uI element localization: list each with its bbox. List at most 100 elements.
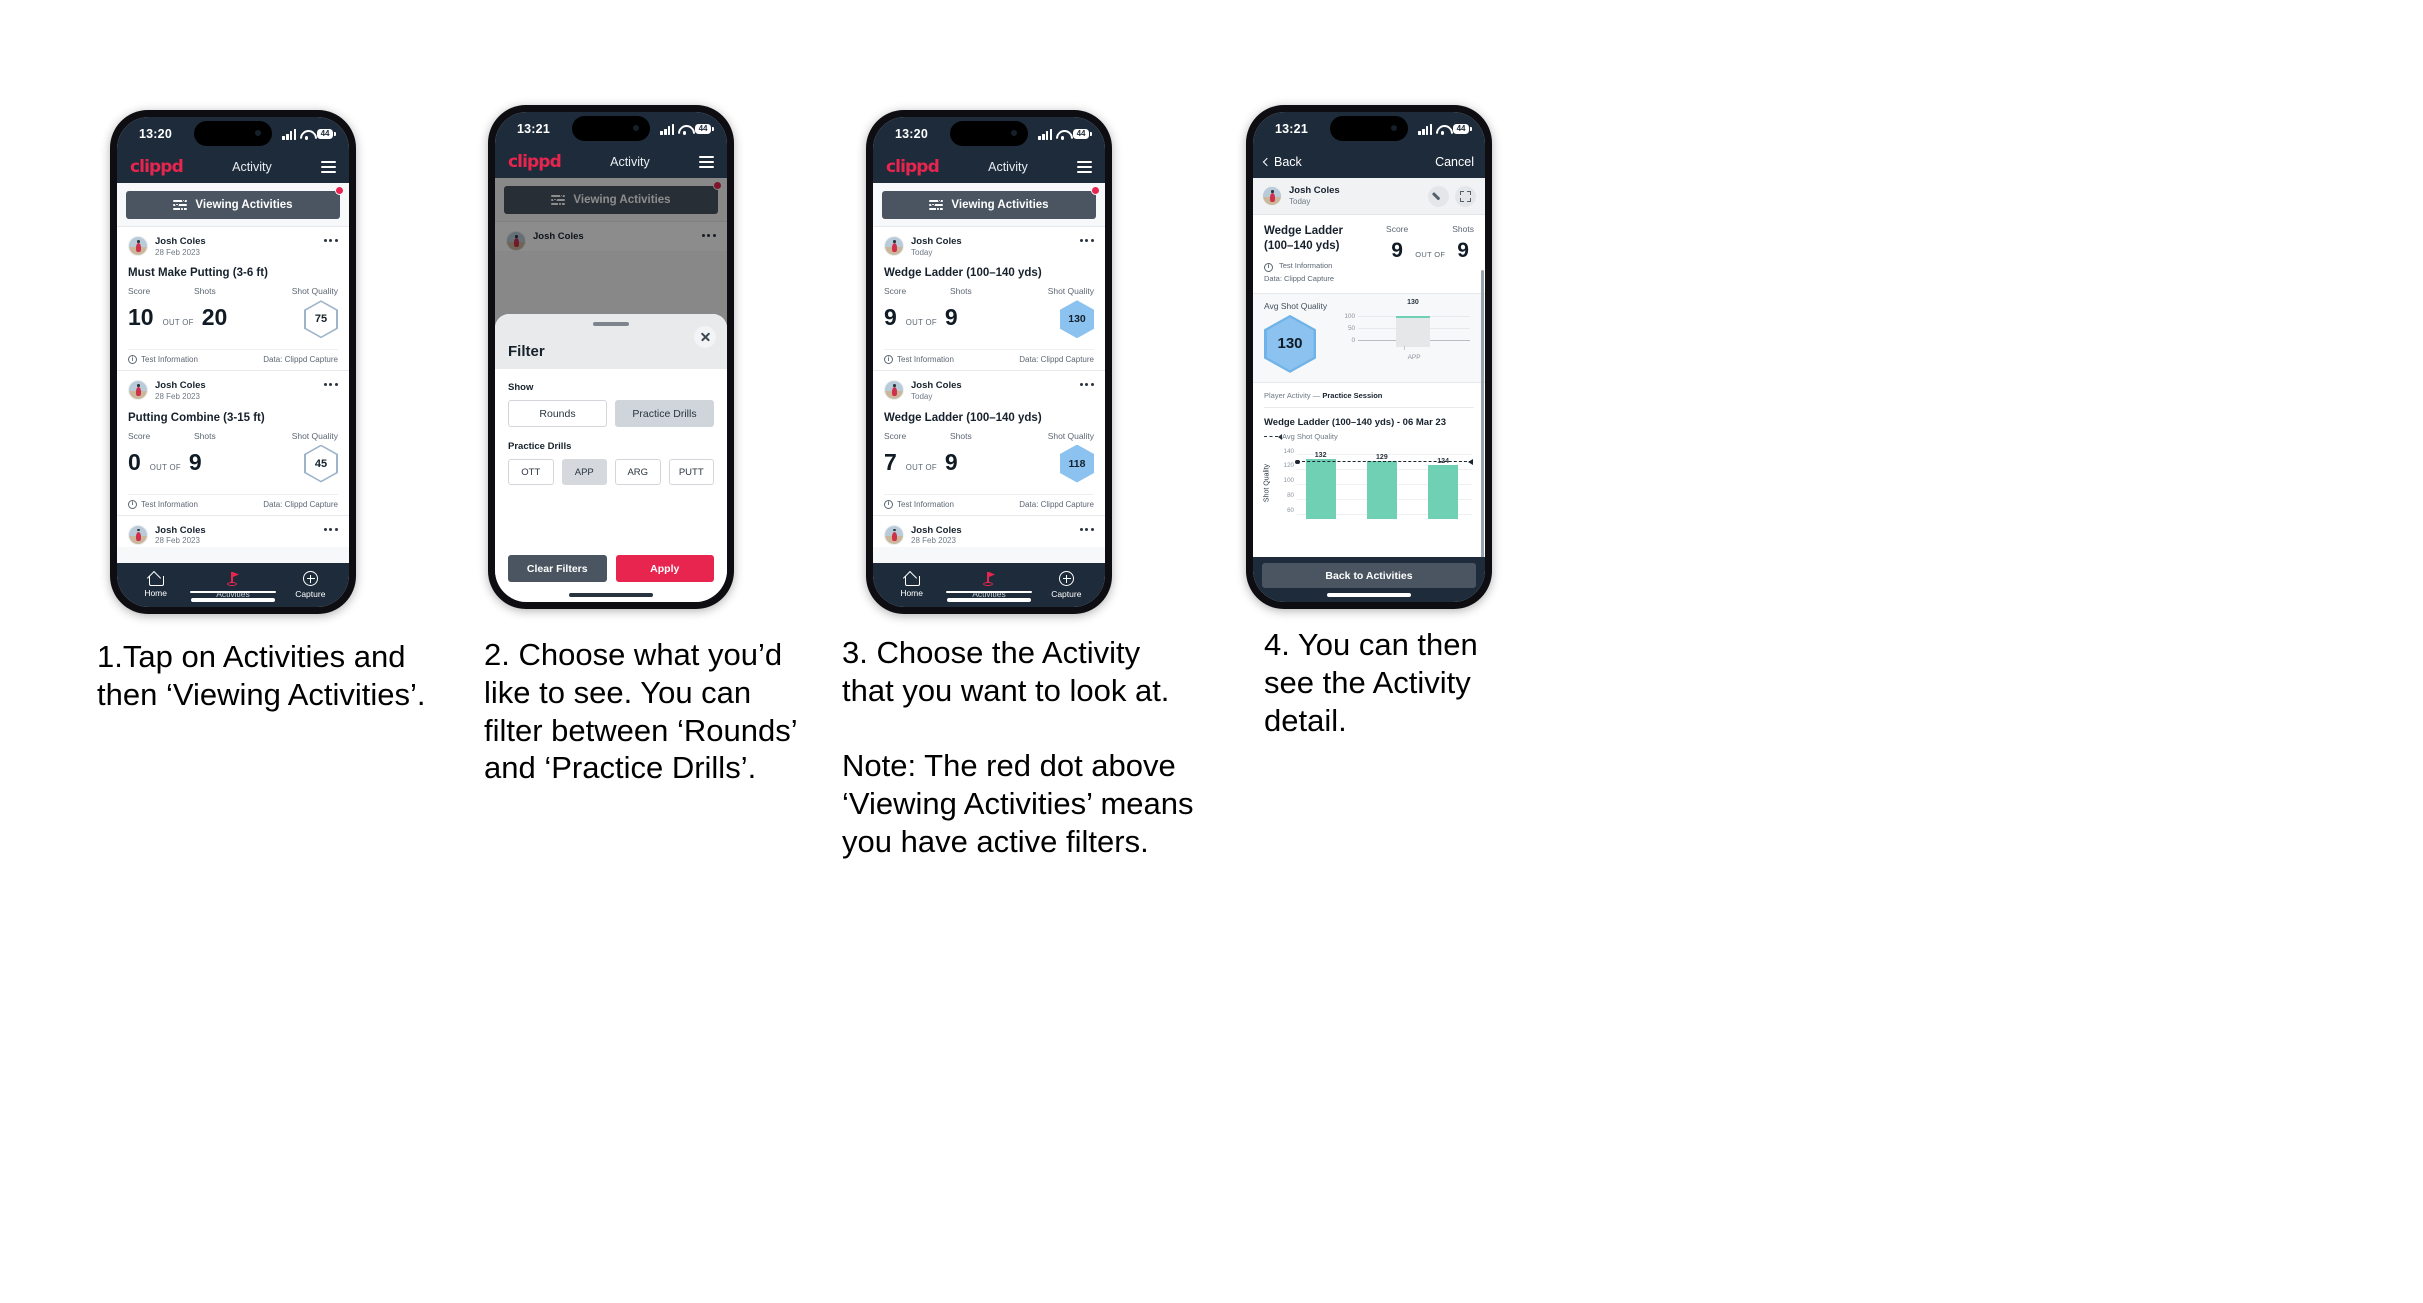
drill-chip-app[interactable]: APP — [561, 459, 607, 485]
home-indicator[interactable] — [1327, 593, 1411, 597]
back-to-activities-button[interactable]: Back to Activities — [1262, 563, 1476, 588]
activity-card[interactable]: Josh Coles Today Wedge Ladder (100–140 y… — [873, 226, 1105, 371]
tab-activities[interactable]: Activities — [958, 571, 1020, 599]
ytick-100: 100 — [1283, 476, 1294, 484]
card-title: Putting Combine (3-15 ft) — [128, 411, 265, 424]
shots-value: 9 — [944, 304, 958, 331]
card-more-options-icon[interactable] — [1079, 236, 1094, 242]
status-time: 13:20 — [139, 127, 172, 141]
expand-icon — [1460, 190, 1471, 202]
card-more-options-icon[interactable] — [323, 525, 338, 531]
status-bar: 13:21 44 — [495, 112, 727, 146]
data-source-label: Data: Clippd Capture — [263, 355, 338, 365]
back-button[interactable]: Back — [1262, 155, 1302, 169]
tab-home[interactable]: Home — [881, 572, 943, 598]
apply-button[interactable]: Apply — [615, 555, 714, 582]
close-icon[interactable] — [694, 326, 716, 348]
phone-1-screen: 13:20 44 clippd Activity Viewing Activit… — [117, 117, 349, 607]
clear-filters-button[interactable]: Clear Filters — [508, 555, 607, 582]
avatar — [884, 524, 904, 545]
card-title: Wedge Ladder (100–140 yds) — [884, 267, 1042, 280]
card-more-options-icon[interactable] — [1079, 380, 1094, 387]
drill-chip-ott[interactable]: OTT — [508, 459, 554, 485]
tab-capture-label: Capture — [1051, 589, 1082, 599]
home-indicator[interactable] — [569, 593, 653, 597]
show-options-group: Rounds Practice Drills — [508, 400, 714, 427]
info-icon: i — [128, 499, 137, 509]
fullscreen-button[interactable] — [1455, 185, 1476, 207]
shot-quality-value: 75 — [305, 302, 337, 337]
tab-capture[interactable]: Capture — [1035, 571, 1097, 599]
ytick-80: 80 — [1287, 491, 1294, 499]
battery-level: 44 — [317, 129, 333, 139]
bar-1-value: 132 — [1314, 451, 1327, 459]
option-rounds[interactable]: Rounds — [508, 400, 607, 427]
option-practice-drills[interactable]: Practice Drills — [615, 400, 714, 427]
pencil-icon — [1433, 191, 1444, 202]
app-header: clippd Activity — [117, 151, 349, 183]
activity-card[interactable]: Josh Coles 28 Feb 2023 — [117, 514, 349, 547]
avg-shot-quality-label: Avg Shot Quality — [1264, 300, 1328, 311]
cellular-signal-icon — [282, 128, 297, 140]
data-source-label: Data: Clippd Capture — [1019, 499, 1094, 509]
card-more-options-icon[interactable] — [323, 236, 338, 242]
status-bar: 13:20 44 — [117, 117, 349, 151]
card-more-options-icon[interactable] — [1079, 525, 1094, 531]
status-time: 13:21 — [517, 122, 550, 136]
scrollbar[interactable] — [1481, 270, 1484, 557]
shot-quality-label: Shot Quality — [1047, 430, 1094, 441]
activity-card[interactable]: Josh Coles 28 Feb 2023 — [873, 514, 1105, 547]
activity-card[interactable]: Josh Coles Today Wedge Ladder (100–140 y… — [873, 370, 1105, 515]
ytick-140: 140 — [1283, 447, 1294, 455]
shot-quality-hexagon: 118 — [1060, 444, 1094, 483]
activity-card[interactable]: Josh Coles 28 Feb 2023 Must Make Putting… — [117, 226, 349, 371]
chevron-left-icon — [1262, 157, 1272, 167]
home-indicator[interactable] — [947, 598, 1031, 602]
tab-home[interactable]: Home — [125, 572, 187, 598]
tab-capture-label: Capture — [295, 589, 326, 599]
wifi-icon — [1436, 124, 1449, 135]
dynamic-island — [572, 116, 650, 141]
card-more-options-icon[interactable] — [323, 380, 338, 387]
tab-capture[interactable]: Capture — [279, 571, 341, 599]
drill-chip-arg[interactable]: ARG — [615, 459, 661, 485]
caption-step-1: 1.Tap on Activities and then ‘Viewing Ac… — [97, 639, 426, 712]
shots-value: 20 — [201, 304, 228, 331]
viewing-activities-filter-button[interactable]: Viewing Activities — [882, 191, 1096, 219]
battery-level: 44 — [695, 124, 711, 134]
score-label: Score — [128, 430, 151, 441]
page-title: Activity — [232, 160, 272, 174]
viewing-activities-filter-button[interactable]: Viewing Activities — [126, 191, 340, 219]
shots-label: Shots — [194, 286, 216, 297]
hamburger-menu-icon[interactable] — [321, 161, 336, 173]
app-header: clippd Activity — [495, 146, 727, 178]
mini-bar-value: 130 — [1407, 298, 1419, 306]
card-user-name: Josh Coles — [155, 380, 206, 392]
caption-step-2: 2. Choose what you’d like to see. You ca… — [484, 637, 798, 786]
out-of-label: OUT OF — [162, 318, 194, 328]
divider — [1264, 406, 1474, 408]
hamburger-menu-icon[interactable] — [699, 156, 714, 168]
back-label: Back — [1274, 155, 1302, 169]
edit-button[interactable] — [1428, 185, 1449, 207]
activity-list-dimmed: Viewing Activities Josh Coles Filter Sho… — [495, 178, 727, 602]
clippd-logo: clippd — [130, 157, 184, 177]
card-date: Today — [911, 247, 933, 257]
clippd-logo: clippd — [886, 157, 940, 177]
tutorial-stage: 13:20 44 clippd Activity Viewing Activit… — [0, 0, 2423, 1303]
tab-activities[interactable]: Activities — [202, 571, 264, 599]
score-value: 9 — [884, 304, 897, 331]
activity-card[interactable]: Josh Coles 28 Feb 2023 Putting Combine (… — [117, 370, 349, 515]
drill-chip-putt[interactable]: PUTT — [668, 459, 714, 485]
hamburger-menu-icon[interactable] — [1077, 161, 1092, 173]
activity-detail: Josh Coles Today Wedge Ladder (100–140 y… — [1253, 178, 1485, 557]
data-source-label: Data: Clippd Capture — [263, 499, 338, 509]
score-label: Score — [128, 286, 151, 297]
cancel-button[interactable]: Cancel — [1435, 155, 1474, 169]
detail-date: Today — [1289, 196, 1311, 206]
detail-test-information: Test Information — [1278, 261, 1333, 271]
shot-quality-value: 45 — [305, 446, 337, 481]
sheet-grabber[interactable] — [593, 322, 629, 326]
home-indicator[interactable] — [191, 598, 275, 602]
card-user-name: Josh Coles — [911, 236, 962, 247]
